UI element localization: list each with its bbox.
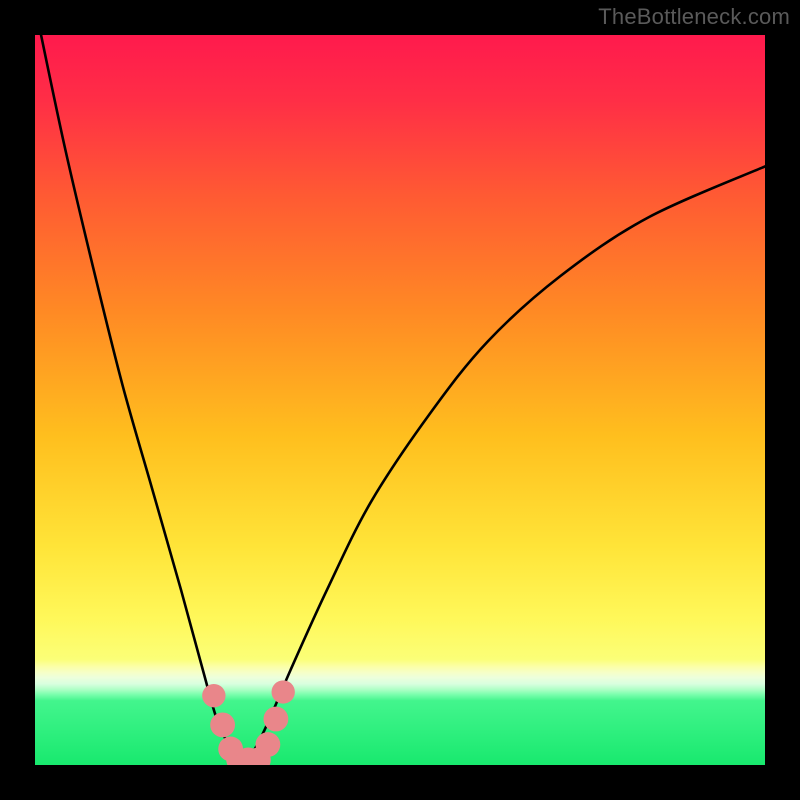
curve-marker bbox=[255, 732, 280, 757]
bottleneck-curve-layer bbox=[35, 35, 765, 765]
watermark-text: TheBottleneck.com bbox=[598, 4, 790, 30]
curve-marker bbox=[263, 707, 288, 732]
curve-marker bbox=[272, 680, 295, 703]
plot-area bbox=[35, 35, 765, 765]
bottleneck-curve bbox=[35, 35, 765, 762]
curve-marker bbox=[210, 712, 235, 737]
chart-frame: TheBottleneck.com bbox=[0, 0, 800, 800]
curve-marker bbox=[202, 684, 225, 707]
